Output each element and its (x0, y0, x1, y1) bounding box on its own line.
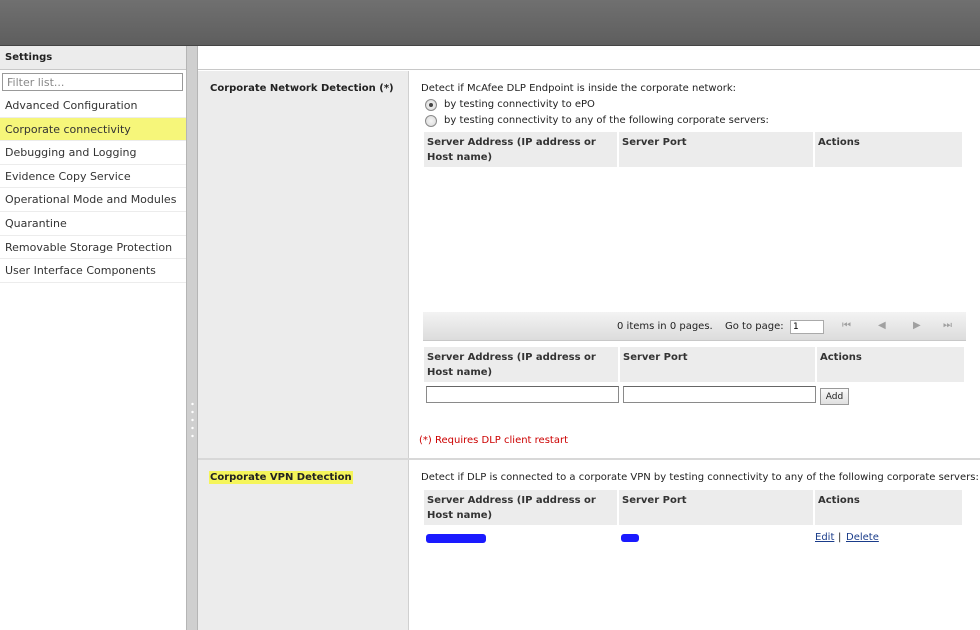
first-page-icon[interactable]: ⏮ (842, 320, 851, 331)
edit-link[interactable]: Edit (815, 532, 834, 543)
sidebar-item-user-interface-components[interactable]: User Interface Components (0, 259, 186, 283)
last-page-icon[interactable]: ⏭ (943, 320, 952, 331)
vpn-section-label-column (198, 460, 409, 630)
radio-test-epo-label[interactable]: by testing connectivity to ePO (444, 99, 595, 110)
sidebar-title: Settings (0, 46, 186, 70)
pager-items-count: 0 items in 0 pages. (617, 321, 713, 332)
settings-content: Corporate Network Detection (*) Detect i… (198, 46, 980, 630)
redacted-server-address (426, 534, 486, 543)
server-address-input[interactable] (426, 386, 619, 403)
sidebar-item-operational-mode[interactable]: Operational Mode and Modules (0, 188, 186, 212)
filter-list-input[interactable] (2, 73, 183, 91)
sidebar-item-debugging-and-logging[interactable]: Debugging and Logging (0, 141, 186, 165)
network-table-header-actions[interactable]: Actions (815, 132, 963, 167)
redacted-server-port (621, 534, 639, 542)
radio-test-corporate-servers-label[interactable]: by testing connectivity to any of the fo… (444, 115, 769, 126)
content-header-bar (198, 46, 980, 70)
network-description: Detect if McAfee DLP Endpoint is inside … (421, 83, 736, 94)
settings-sidebar: Settings Advanced Configuration Corporat… (0, 46, 186, 630)
splitter-grip-icon[interactable] (191, 400, 194, 440)
add-table-header-server: Server Address (IP address or Host name) (424, 347, 619, 382)
sidebar-item-quarantine[interactable]: Quarantine (0, 212, 186, 236)
settings-nav-list: Advanced Configuration Corporate connect… (0, 94, 186, 283)
delete-link[interactable]: Delete (846, 532, 879, 543)
restart-note: (*) Requires DLP client restart (419, 435, 568, 446)
network-section-label-column (198, 71, 409, 458)
next-page-icon[interactable]: ▶ (913, 320, 921, 331)
goto-page-input[interactable] (790, 320, 824, 334)
vpn-table-header-port[interactable]: Server Port (619, 490, 814, 525)
pager-goto-label: Go to page: (725, 321, 784, 332)
network-table-header-server[interactable]: Server Address (IP address or Host name) (424, 132, 618, 167)
sidebar-item-advanced-configuration[interactable]: Advanced Configuration (0, 94, 186, 118)
server-port-input[interactable] (623, 386, 816, 403)
vpn-table-header-server[interactable]: Server Address (IP address or Host name) (424, 490, 618, 525)
add-table-header-actions: Actions (817, 347, 965, 382)
sidebar-item-removable-storage[interactable]: Removable Storage Protection (0, 236, 186, 260)
vpn-section-label: Corporate VPN Detection (209, 471, 353, 484)
pagination-bar: 0 items in 0 pages. Go to page: ⏮ ◀ ▶ ⏭ (423, 312, 966, 341)
add-table-header-port: Server Port (620, 347, 816, 382)
radio-test-corporate-servers[interactable] (425, 115, 437, 127)
top-toolbar (0, 0, 980, 46)
radio-test-epo[interactable] (425, 99, 437, 111)
sidebar-splitter[interactable] (186, 46, 198, 630)
sidebar-item-evidence-copy-service[interactable]: Evidence Copy Service (0, 165, 186, 189)
add-server-button[interactable]: Add (820, 388, 849, 405)
network-section-label: Corporate Network Detection (*) (210, 83, 394, 94)
vpn-table-header-actions[interactable]: Actions (815, 490, 963, 525)
previous-page-icon[interactable]: ◀ (878, 320, 886, 331)
network-table-header-port[interactable]: Server Port (619, 132, 814, 167)
vpn-description: Detect if DLP is connected to a corporat… (421, 472, 979, 483)
sidebar-item-corporate-connectivity[interactable]: Corporate connectivity (0, 117, 186, 142)
action-separator: | (838, 532, 842, 543)
